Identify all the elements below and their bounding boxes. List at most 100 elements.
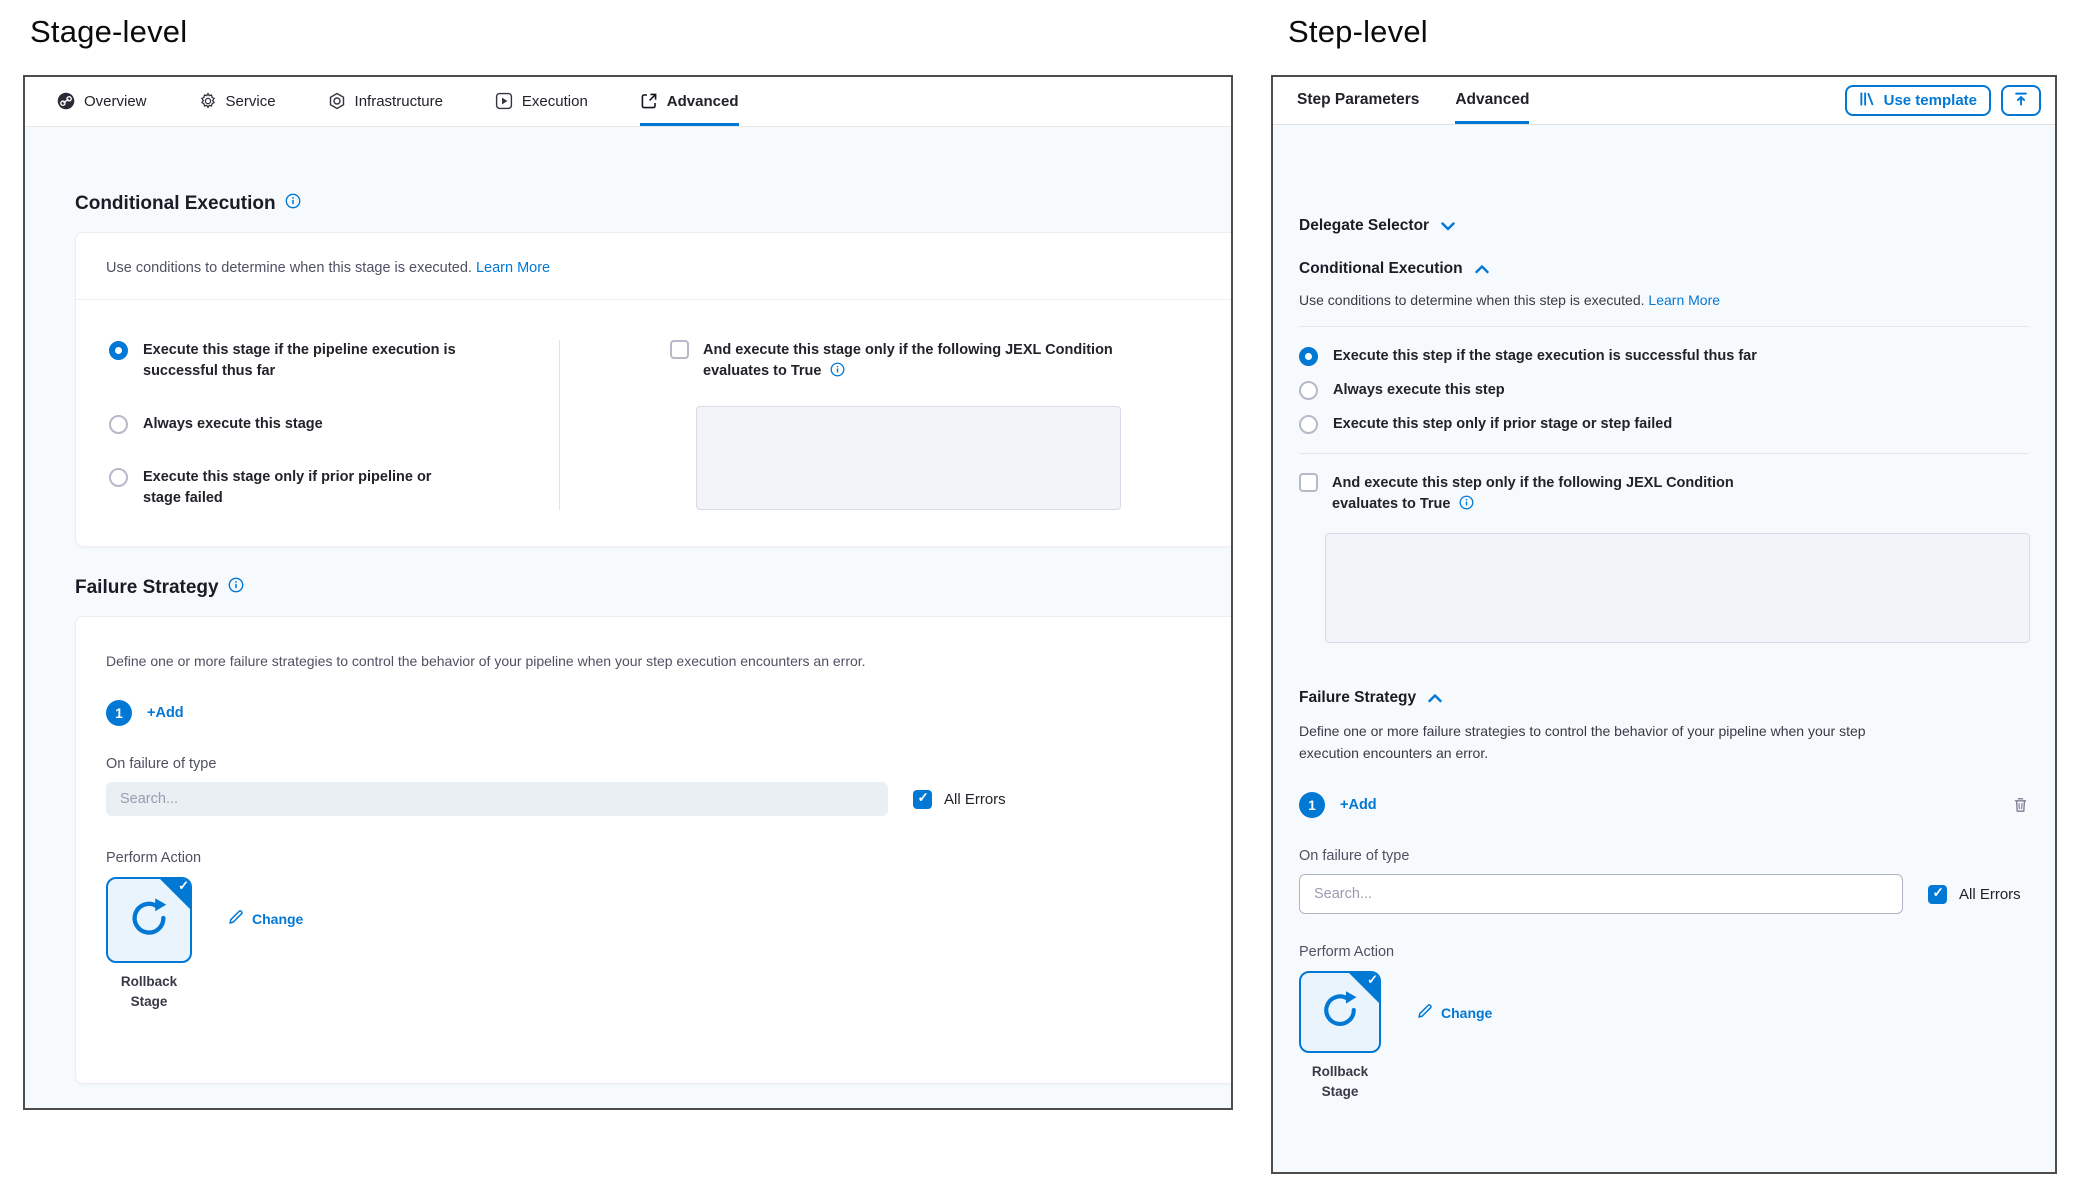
all-errors-label[interactable]: All Errors (1959, 886, 2021, 903)
tab-execution[interactable]: Execution (495, 77, 588, 126)
failure-strategy-description: Define one or more failure strategies to… (106, 651, 1201, 672)
action-name: Rollback Stage (1299, 1062, 1381, 1101)
radio-icon[interactable] (1299, 415, 1318, 434)
action-name: Rollback Stage (106, 972, 192, 1011)
jexl-condition-input[interactable] (1325, 533, 2030, 643)
service-gear-icon (199, 92, 217, 110)
delegate-selector-header[interactable]: Delegate Selector (1299, 217, 2029, 235)
tab-advanced[interactable]: Advanced (640, 77, 739, 126)
failure-type-row: All Errors (1299, 874, 2029, 914)
strategy-number-badge[interactable]: 1 (106, 700, 132, 726)
upload-button[interactable] (2001, 85, 2041, 116)
all-errors-checkbox[interactable] (1928, 885, 1947, 904)
change-action-link[interactable]: Change (1417, 1003, 1492, 1022)
radio-label[interactable]: Execute this stage only if prior pipelin… (143, 467, 473, 509)
change-label[interactable]: Change (252, 911, 303, 927)
radio-option-successful[interactable]: Execute this stage if the pipeline execu… (109, 340, 523, 382)
overview-icon (57, 92, 75, 110)
jexl-label[interactable]: And execute this step only if the follow… (1332, 473, 1752, 517)
all-errors-option[interactable]: All Errors (913, 790, 1006, 809)
perform-action-row: Rollback Stage Change (1299, 971, 2029, 1101)
tab-advanced[interactable]: Advanced (1455, 77, 1529, 124)
radio-icon[interactable] (109, 341, 128, 360)
radio-label[interactable]: Execute this step only if prior stage or… (1333, 414, 1672, 435)
infrastructure-hexagon-icon (328, 92, 346, 110)
radio-label[interactable]: Execute this stage if the pipeline execu… (143, 340, 473, 382)
section-title-text: Conditional Execution (75, 193, 276, 215)
on-failure-label: On failure of type (1299, 848, 2029, 864)
jexl-checkbox-row[interactable]: And execute this step only if the follow… (1299, 473, 2029, 517)
strategy-badge-row: 1 +Add (1299, 792, 2029, 818)
info-icon[interactable] (830, 362, 845, 384)
tab-overview[interactable]: Overview (57, 77, 147, 126)
jexl-checkbox[interactable] (1299, 473, 1318, 492)
learn-more-link[interactable]: Learn More (1648, 292, 1720, 308)
conditional-execution-body: Execute this stage if the pipeline execu… (76, 300, 1231, 546)
rollback-stage-action-card[interactable] (106, 877, 192, 963)
failure-strategy-title: Failure Strategy (1299, 689, 1416, 707)
tab-service[interactable]: Service (199, 77, 276, 126)
all-errors-label[interactable]: All Errors (944, 791, 1006, 808)
radio-option-failed[interactable]: Execute this stage only if prior pipelin… (109, 467, 523, 509)
add-strategy-button[interactable]: +Add (1340, 797, 1377, 813)
conditional-execution-title: Conditional Execution (1299, 260, 1463, 278)
jexl-condition-input[interactable] (696, 406, 1121, 510)
failure-strategy-description: Define one or more failure strategies to… (1299, 721, 1884, 764)
jexl-label[interactable]: And execute this stage only if the follo… (703, 340, 1123, 384)
change-label[interactable]: Change (1441, 1005, 1492, 1021)
failure-type-row: All Errors (106, 782, 1201, 816)
divider (1299, 453, 2029, 454)
failure-type-search-input[interactable] (106, 782, 888, 816)
radio-icon[interactable] (109, 415, 128, 434)
change-action-link[interactable]: Change (228, 909, 303, 928)
info-icon[interactable] (1459, 495, 1474, 517)
chevron-up-icon[interactable] (1428, 694, 1442, 703)
execution-condition-options: Execute this stage if the pipeline execu… (76, 340, 559, 510)
jexl-condition-block: And execute this stage only if the follo… (560, 340, 1231, 510)
radio-label[interactable]: Execute this step if the stage execution… (1333, 346, 1757, 367)
rollback-stage-action-card[interactable] (1299, 971, 1381, 1053)
step-settings-panel: Step Parameters Advanced Use template (1271, 75, 2057, 1174)
failure-strategy-header[interactable]: Failure Strategy (1299, 689, 2029, 707)
selected-check-corner-icon (1348, 972, 1380, 1004)
all-errors-checkbox[interactable] (913, 790, 932, 809)
section-title-text: Failure Strategy (75, 577, 219, 599)
radio-option-always[interactable]: Always execute this step (1299, 380, 2029, 401)
radio-icon[interactable] (1299, 347, 1318, 366)
execution-play-icon (495, 92, 513, 110)
description-text: Use conditions to determine when this st… (1299, 292, 1645, 308)
all-errors-option[interactable]: All Errors (1928, 885, 2021, 904)
trash-icon[interactable] (2012, 796, 2029, 814)
tab-label: Infrastructure (355, 93, 443, 110)
info-icon[interactable] (228, 577, 244, 599)
learn-more-link[interactable]: Learn More (476, 260, 550, 276)
conditional-execution-header[interactable]: Conditional Execution (1299, 260, 2029, 278)
description-text: Use conditions to determine when this st… (106, 260, 472, 276)
radio-option-successful[interactable]: Execute this step if the stage execution… (1299, 346, 2029, 367)
add-strategy-button[interactable]: +Add (147, 705, 184, 721)
info-icon[interactable] (285, 193, 301, 215)
tab-infrastructure[interactable]: Infrastructure (328, 77, 443, 126)
radio-icon[interactable] (109, 468, 128, 487)
page: Stage-level Step-level Overview Service (0, 0, 2087, 1189)
use-template-button[interactable]: Use template (1845, 85, 1991, 116)
radio-option-always[interactable]: Always execute this stage (109, 414, 523, 435)
tab-step-parameters[interactable]: Step Parameters (1297, 77, 1419, 124)
upload-icon (2013, 91, 2029, 111)
step-header-actions: Use template (1845, 77, 2041, 124)
selected-check-corner-icon (159, 878, 191, 910)
strategy-number-badge[interactable]: 1 (1299, 792, 1325, 818)
stage-tab-bar: Overview Service Infrastructure Executio… (25, 77, 1231, 127)
execution-condition-options: Execute this step if the stage execution… (1299, 346, 2029, 435)
radio-label[interactable]: Always execute this step (1333, 380, 1505, 401)
tab-label: Service (226, 93, 276, 110)
chevron-down-icon[interactable] (1441, 222, 1455, 231)
jexl-checkbox[interactable] (670, 340, 689, 359)
radio-icon[interactable] (1299, 381, 1318, 400)
radio-option-failed[interactable]: Execute this step only if prior stage or… (1299, 414, 2029, 435)
chevron-up-icon[interactable] (1475, 265, 1489, 274)
tab-label: Overview (84, 93, 147, 110)
failure-type-search-input[interactable] (1299, 874, 1903, 914)
radio-label[interactable]: Always execute this stage (143, 414, 323, 435)
jexl-checkbox-row[interactable]: And execute this stage only if the follo… (670, 340, 1201, 384)
